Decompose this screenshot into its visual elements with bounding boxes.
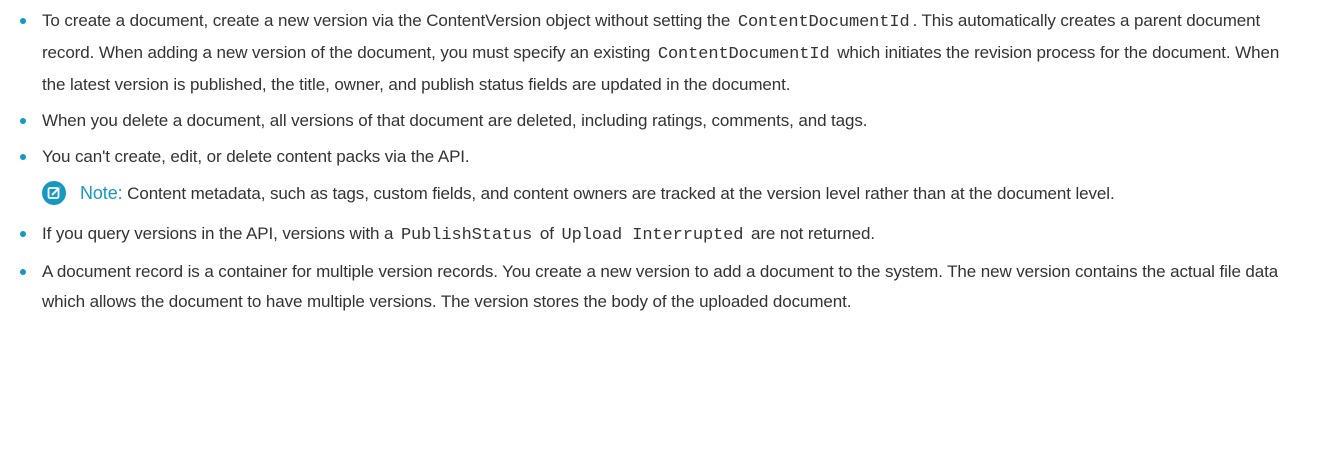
bullet-dot	[20, 18, 26, 24]
bullet-dot	[20, 154, 26, 160]
list-item-query-versions: If you query versions in the API, versio…	[20, 219, 1307, 251]
code-upload-interrupted: Upload Interrupted	[561, 226, 744, 245]
item-text: of	[535, 224, 559, 243]
list-item-content-packs: You can't create, edit, or delete conten…	[20, 142, 1307, 172]
item-text: To create a document, create a new versi…	[42, 11, 735, 30]
code-publish-status: PublishStatus	[400, 226, 533, 245]
item-text: A document record is a container for mul…	[42, 262, 1279, 311]
list-item-create-document: To create a document, create a new versi…	[20, 6, 1307, 100]
list-item-document-record: A document record is a container for mul…	[20, 257, 1307, 317]
code-content-document-id: ContentDocumentId	[737, 13, 910, 32]
item-text: If you query versions in the API, versio…	[42, 224, 398, 243]
bullet-list: To create a document, create a new versi…	[20, 6, 1307, 317]
bullet-dot	[20, 231, 26, 237]
bullet-dot	[20, 269, 26, 275]
note-text: Content metadata, such as tags, custom f…	[127, 184, 1115, 203]
bullet-dot	[20, 118, 26, 124]
note-callout: Note: Content metadata, such as tags, cu…	[42, 178, 1307, 209]
item-text: are not returned.	[746, 224, 875, 243]
document-page: To create a document, create a new versi…	[0, 0, 1317, 475]
item-text: When you delete a document, all versions…	[42, 111, 868, 130]
list-item-delete-document: When you delete a document, all versions…	[20, 106, 1307, 136]
note-edit-icon	[42, 181, 66, 205]
code-content-document-id: ContentDocumentId	[657, 45, 830, 64]
note-label: Note:	[80, 183, 123, 203]
item-text: You can't create, edit, or delete conten…	[42, 147, 470, 166]
